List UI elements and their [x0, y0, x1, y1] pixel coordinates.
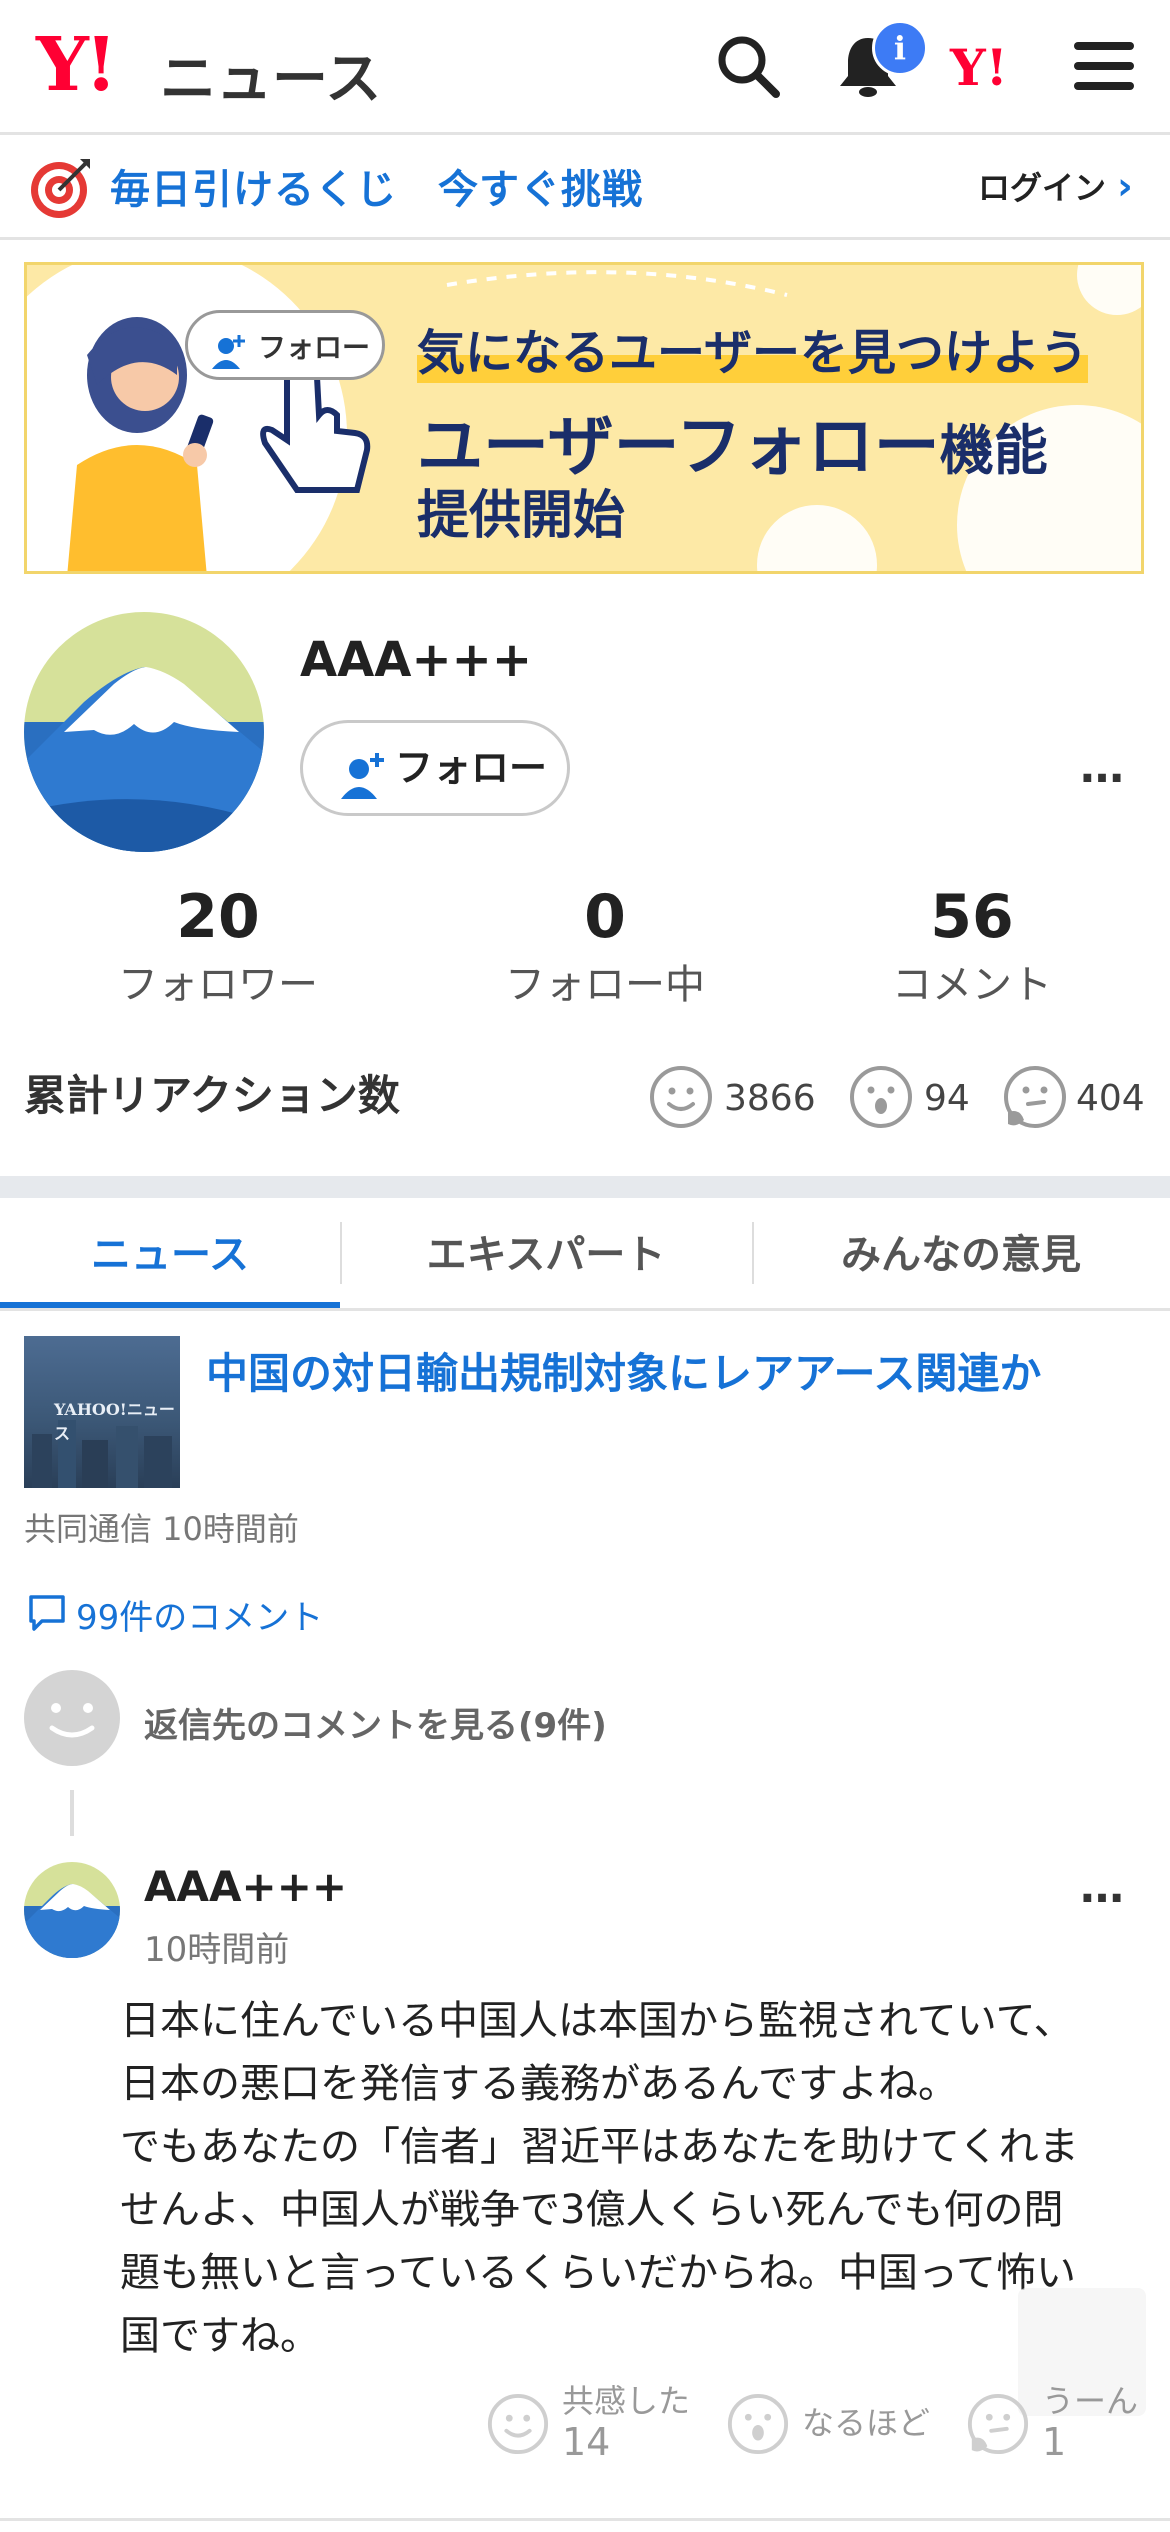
hmm-count: 1: [1042, 2420, 1067, 2464]
profile-more-button[interactable]: …: [1080, 742, 1128, 793]
comment-divider: [0, 2518, 1170, 2521]
search-icon[interactable]: [712, 30, 784, 102]
login-label: ログイン: [978, 169, 1107, 207]
thinking-reaction-count: 404: [1076, 1078, 1145, 1119]
comments-count: 56: [930, 882, 1014, 952]
empathy-label: 共感した: [562, 2382, 691, 2420]
tab-separator: [752, 1222, 754, 1284]
target-icon: [31, 159, 90, 218]
banner-follow-label: フォロー: [258, 331, 371, 364]
comment-more-button[interactable]: …: [1080, 1862, 1128, 1913]
hmm-label: うーん: [1042, 2382, 1139, 2420]
article-source: 共同通信 10時間前: [24, 1510, 299, 1548]
following-stat[interactable]: 0 フォロー中: [455, 882, 755, 1010]
app-header: Y! ニュース i Y!: [0, 0, 1170, 135]
tab-opinions[interactable]: みんなの意見: [752, 1222, 1170, 1280]
thinking-icon: [967, 2393, 1029, 2455]
surprised-icon: [850, 1066, 912, 1128]
comments-label: コメント: [892, 962, 1052, 1008]
insightful-reaction-button[interactable]: なるほど: [726, 2376, 936, 2472]
comment-body: 日本に住んでいる中国人は本国から監視されていて、 日本の悪口を発信する義務がある…: [120, 1998, 1079, 2359]
following-count: 0: [584, 882, 626, 952]
banner-subtitle: 提供開始: [417, 486, 626, 546]
section-divider: [0, 1176, 1170, 1198]
insightful-label: なるほど: [802, 2404, 931, 2442]
login-link[interactable]: ログイン ›: [978, 163, 1133, 209]
tab-expert[interactable]: エキスパート: [340, 1222, 752, 1280]
yahoo-logo[interactable]: Y!: [36, 22, 117, 108]
person-add-icon: [210, 327, 248, 397]
smile-icon: [650, 1066, 712, 1128]
person-add-icon: [339, 743, 389, 833]
yahoo-home-icon[interactable]: Y!: [950, 38, 1008, 97]
thumbnail-logo-text: YAHOO!ニュース: [54, 1400, 175, 1443]
comment-timestamp: 10時間前: [144, 1930, 290, 1970]
followers-count: 20: [176, 882, 260, 952]
smile-reaction-count: 3866: [724, 1078, 816, 1119]
commenter-username[interactable]: AAA+++: [144, 1862, 347, 1911]
surprised-icon: [727, 2393, 789, 2455]
thread-connector: [70, 1790, 74, 1836]
tab-separator: [340, 1222, 342, 1284]
comments-stat[interactable]: 56 コメント: [822, 882, 1122, 1010]
follow-button[interactable]: フォロー: [300, 720, 570, 816]
following-label: フォロー中: [505, 962, 705, 1008]
total-reactions-title: 累計リアクション数: [24, 1071, 400, 1120]
content-tabs: ニュース エキスパート みんなの意見: [0, 1198, 1170, 1311]
lottery-promo-bar[interactable]: 毎日引けるくじ 今すぐ挑戦 ログイン ›: [0, 135, 1170, 240]
empathy-reaction-button[interactable]: 共感した 14: [486, 2376, 712, 2472]
lottery-promo-text[interactable]: 毎日引けるくじ 今すぐ挑戦: [110, 157, 643, 215]
article-thumbnail[interactable]: YAHOO!ニュース: [24, 1336, 180, 1488]
thinking-icon: [1004, 1066, 1066, 1128]
chevron-right-icon: ›: [1117, 164, 1133, 208]
article-comments-link[interactable]: 99件のコメント: [76, 1590, 323, 1639]
default-avatar: [24, 1670, 120, 1766]
news-logo-text[interactable]: ニュース: [160, 34, 381, 115]
banner-headline: 気になるユーザーを見つけよう: [417, 313, 1089, 383]
active-tab-indicator: [0, 1302, 340, 1308]
banner-title-suffix: 機能: [939, 419, 1048, 482]
user-follow-banner[interactable]: フォロー 気になるユーザーを見つけよう ユーザーフォロー機能 提供開始: [24, 262, 1144, 574]
banner-follow-pill: フォロー: [185, 310, 385, 380]
follow-button-label: フォロー: [395, 746, 548, 790]
followers-stat[interactable]: 20 フォロワー: [68, 882, 368, 1010]
view-parent-comment-link[interactable]: 返信先のコメントを見る(9件): [144, 1698, 607, 1747]
tab-news[interactable]: ニュース: [0, 1222, 340, 1280]
profile-username: AAA+++: [300, 632, 533, 688]
menu-icon[interactable]: [1068, 30, 1140, 102]
hmm-reaction-button[interactable]: うーん 1: [966, 2376, 1156, 2472]
followers-label: フォロワー: [118, 962, 318, 1008]
commenter-avatar[interactable]: [24, 1862, 120, 1958]
article-title-link[interactable]: 中国の対日輸出規制対象にレアアース関連か: [206, 1340, 1106, 1401]
notification-badge: i: [872, 20, 928, 76]
comment-bubble-icon: [29, 1595, 65, 1631]
profile-avatar: [24, 612, 264, 852]
empathy-count: 14: [562, 2420, 611, 2464]
smile-icon: [487, 2393, 549, 2455]
surprised-reaction-count: 94: [924, 1078, 970, 1119]
